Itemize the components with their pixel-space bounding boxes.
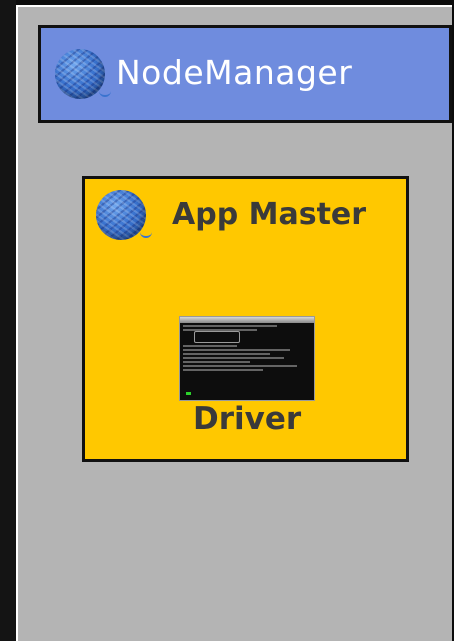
driver-label: Driver <box>193 401 302 437</box>
node-manager-title: NodeManager <box>116 53 353 92</box>
terminal-titlebar <box>180 317 314 323</box>
app-master-box: App Master Driver <box>82 176 409 462</box>
terminal-icon <box>179 316 315 401</box>
spark-logo-icon <box>194 331 240 343</box>
cursor-icon <box>186 392 191 395</box>
left-background-strip <box>0 0 16 641</box>
node-manager-header: NodeManager <box>38 25 452 123</box>
app-master-title: App Master <box>172 197 367 232</box>
yarn-ball-icon <box>55 49 111 99</box>
yarn-ball-icon <box>96 190 152 240</box>
